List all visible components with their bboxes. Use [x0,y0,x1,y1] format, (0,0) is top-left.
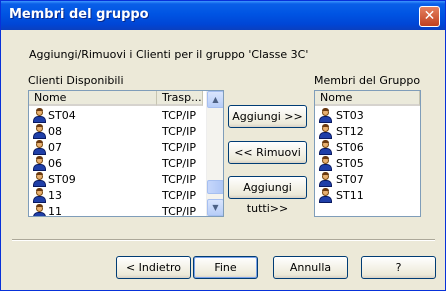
client-transport: TCP/IP [162,205,196,217]
client-name: 11 [48,205,62,217]
client-name: ST09 [48,173,76,186]
add-all-button[interactable]: Aggiungi tutti>> [228,176,307,215]
scroll-up-arrow-icon[interactable]: ▲ [207,91,223,108]
client-name: 13 [48,189,62,202]
client-transport: TCP/IP [162,125,196,138]
member-name: ST12 [336,125,364,138]
client-transport: TCP/IP [162,141,196,154]
user-icon [33,108,46,123]
user-icon [319,188,332,203]
user-icon [319,156,332,171]
list-item[interactable]: 11 TCP/IP [29,204,205,217]
dialog-window: Membri del gruppo ✕ Aggiungi/Rimuovi i C… [0,0,446,291]
list-item[interactable]: ST11 [315,188,420,204]
back-button[interactable]: < Indietro [116,256,191,279]
add-button[interactable]: Aggiungi >> [228,105,307,128]
user-icon [33,172,46,187]
member-name: ST06 [336,141,364,154]
group-members-list[interactable]: Nome ST03 ST12 ST06 ST05 ST07 ST11 [314,90,421,217]
instruction-label: Aggiungi/Rimuovi i Clienti per il gruppo… [29,48,309,61]
vertical-scrollbar[interactable]: ▲ ▼ [206,91,223,216]
user-icon [319,108,332,123]
member-name: ST05 [336,157,364,170]
list-item[interactable]: ST03 [315,108,420,124]
user-icon [33,204,46,216]
list-item[interactable]: ST05 [315,156,420,172]
list-item[interactable]: ST07 [315,172,420,188]
available-clients-label: Clienti Disponibili [28,74,124,87]
user-icon [33,156,46,171]
finish-button[interactable]: Fine [193,256,258,279]
available-clients-list[interactable]: Nome Trasp... ST04 TCP/IP 08 TCP/IP 07 T… [28,90,224,217]
window-title: Membri del gruppo [9,7,149,22]
list-item[interactable]: 06 TCP/IP [29,156,205,172]
list-item[interactable]: 08 TCP/IP [29,124,205,140]
list-item[interactable]: 07 TCP/IP [29,140,205,156]
scrollbar-thumb[interactable] [207,180,223,194]
member-name: ST11 [336,189,364,202]
user-icon [33,188,46,203]
user-icon [319,124,332,139]
member-name: ST03 [336,109,364,122]
column-header-member-name[interactable]: Nome [315,91,420,106]
user-icon [319,172,332,187]
column-header-name[interactable]: Nome [29,91,157,106]
list-item[interactable]: ST04 TCP/IP [29,108,205,124]
client-transport: TCP/IP [162,189,196,202]
close-button[interactable]: ✕ [419,6,440,27]
list-item[interactable]: ST12 [315,124,420,140]
list-item[interactable]: ST09 TCP/IP [29,172,205,188]
cancel-button[interactable]: Annulla [273,256,348,279]
group-members-label: Membri del Gruppo [314,74,421,87]
client-name: ST04 [48,109,76,122]
column-header-transport[interactable]: Trasp... [157,91,203,106]
client-transport: TCP/IP [162,109,196,122]
client-name: 06 [48,157,62,170]
user-icon [33,140,46,155]
list-item[interactable]: 13 TCP/IP [29,188,205,204]
user-icon [33,124,46,139]
remove-button[interactable]: << Rimuovi [228,141,307,164]
client-transport: TCP/IP [162,157,196,170]
list-item[interactable]: ST06 [315,140,420,156]
user-icon [319,140,332,155]
help-button[interactable]: ? [361,256,436,279]
member-name: ST07 [336,173,364,186]
client-name: 08 [48,125,62,138]
scroll-down-arrow-icon[interactable]: ▼ [207,199,223,216]
client-transport: TCP/IP [162,173,196,186]
client-name: 07 [48,141,62,154]
title-bar[interactable]: Membri del gruppo ✕ [1,1,445,30]
footer-divider [12,239,435,241]
